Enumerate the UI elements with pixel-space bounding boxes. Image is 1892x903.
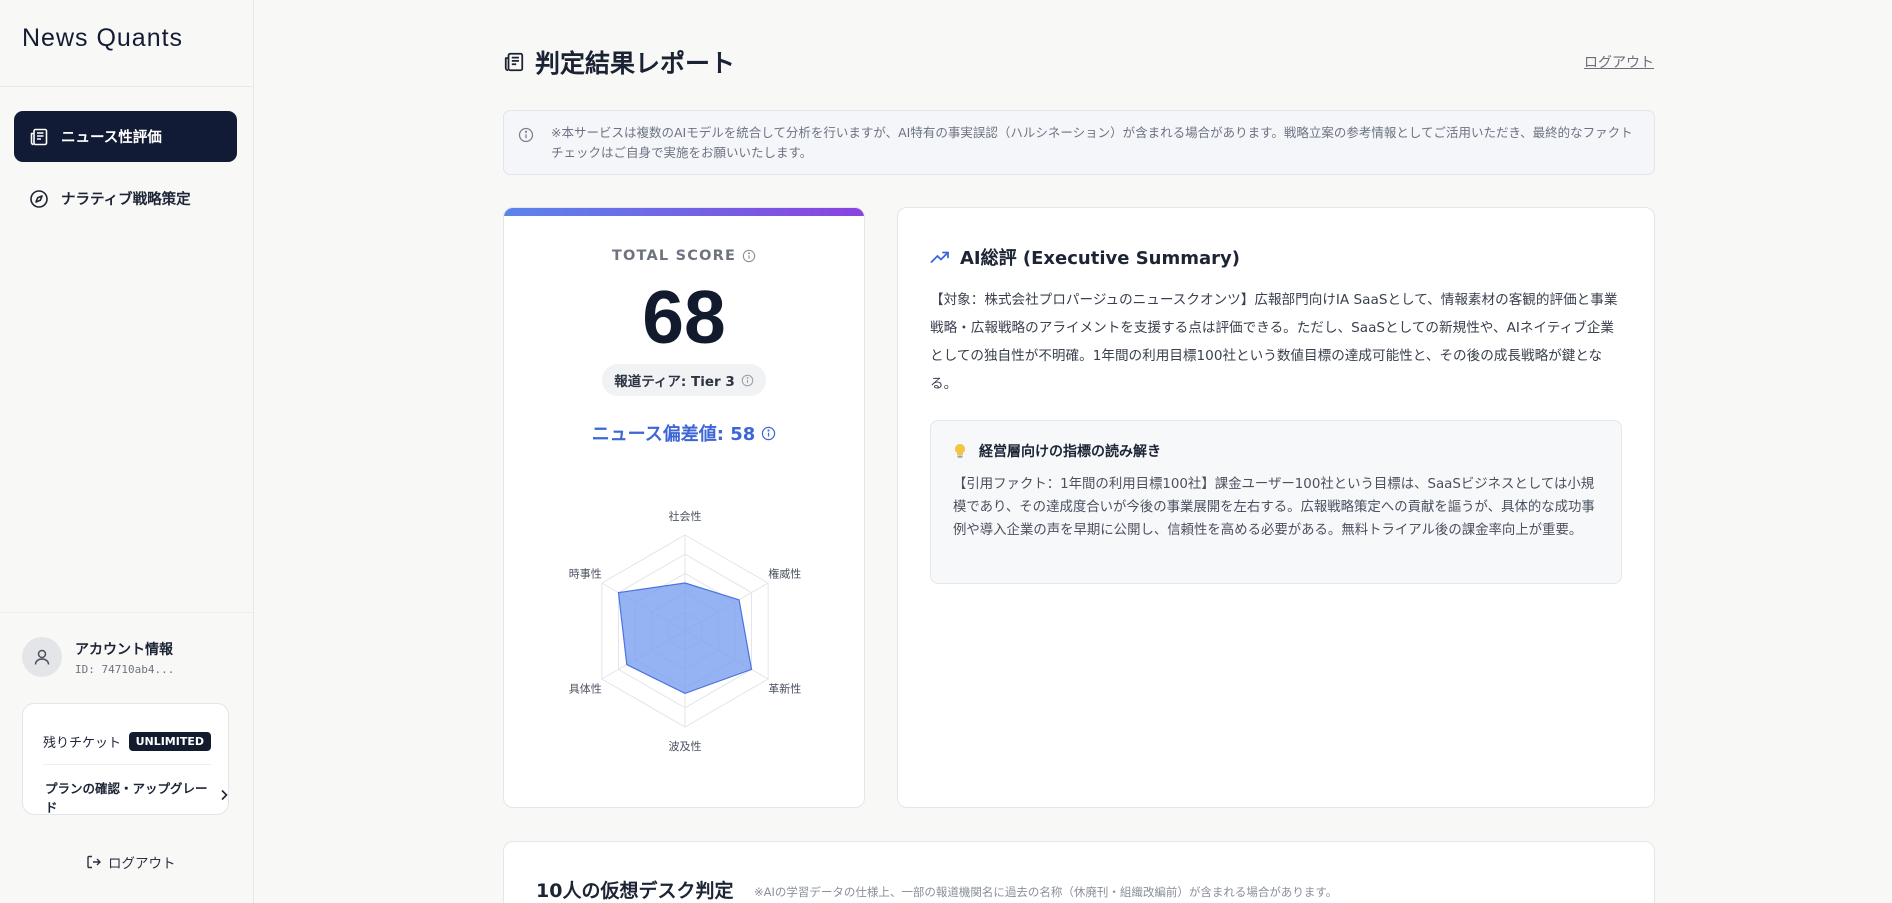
logout-icon — [86, 854, 102, 870]
insight-box: 経営層向けの指標の読み解き 【引用ファクト：1年間の利用目標100社】課金ユーザ… — [930, 420, 1622, 584]
desk-title: 10人の仮想デスク判定 — [536, 880, 734, 902]
total-score-label: TOTAL SCORE — [504, 248, 864, 264]
avatar — [22, 637, 62, 677]
divider — [0, 612, 254, 613]
radar-axis-label: 社会性 — [669, 509, 702, 523]
tier-badge: 報道ティア: Tier 3 — [602, 364, 766, 396]
summary-title-text: AI総評 (Executive Summary) — [960, 248, 1240, 269]
account-title: アカウント情報 — [75, 641, 173, 658]
radar-axis-label: 革新性 — [768, 682, 801, 696]
desk-card: 10人の仮想デスク判定 ※AIの学習データの仕様上、一部の報道機関名に過去の名称… — [503, 841, 1655, 903]
insight-title-text: 経営層向けの指標の読み解き — [979, 444, 1161, 460]
plan-upgrade-label: プランの確認・アップグレード — [45, 781, 208, 815]
total-score-label-text: TOTAL SCORE — [611, 248, 737, 264]
radar-data-area — [617, 582, 753, 695]
divider — [0, 86, 254, 87]
insight-title: 経営層向けの指標の読み解き — [953, 441, 1161, 461]
nav-item-label: ニュース性評価 — [61, 130, 162, 146]
account-id: ID: 74710ab4... — [75, 662, 175, 676]
ticket-card: 残りチケット UNLIMITED プランの確認・アップグレード — [22, 703, 229, 815]
nav-item-label: ナラティブ戦略策定 — [61, 192, 191, 208]
radar-chart: 社会性権威性革新性波及性 具体性 時事性 — [569, 509, 802, 753]
radar-axis-label: 時事性 — [569, 566, 602, 580]
disclaimer-text: ※本サービスは複数のAIモデルを統合して分析を行いますが、AI特有の事実誤認（ハ… — [551, 125, 1633, 160]
score-card: TOTAL SCORE 68 報道ティア: Tier 3 ニュース偏差値: 58… — [503, 207, 865, 808]
info-icon[interactable] — [742, 249, 756, 263]
trending-up-icon — [930, 247, 950, 267]
newspaper-icon — [503, 51, 525, 73]
ticket-badge: UNLIMITED — [128, 732, 211, 751]
nav-item-news-evaluation[interactable]: ニュース性評価 — [14, 111, 237, 162]
newspaper-icon — [29, 127, 49, 147]
radar-axis-label: 具体性 — [569, 682, 602, 696]
sidebar-logout-button[interactable]: ログアウト — [86, 852, 176, 872]
divider — [43, 764, 211, 765]
info-icon — [518, 127, 534, 143]
header-logout-link[interactable]: ログアウト — [1584, 52, 1654, 72]
lightbulb-icon — [953, 443, 967, 459]
radar-axis-label: 波及性 — [669, 739, 702, 753]
user-icon — [34, 649, 50, 665]
summary-card: AI総評 (Executive Summary) 【対象：株式会社プロパージュの… — [897, 207, 1655, 808]
radar-axis-label: 権威性 — [768, 566, 801, 580]
summary-title: AI総評 (Executive Summary) — [930, 244, 1240, 270]
page-title: 判定結果レポート — [503, 44, 735, 80]
plan-upgrade-link[interactable]: プランの確認・アップグレード — [45, 778, 228, 816]
page-title-text: 判定結果レポート — [535, 49, 736, 78]
sidebar: News Quants ニュース性評価 ナラティブ戦略策定 アカウント情報 ID… — [0, 0, 254, 903]
chevron-right-icon — [220, 789, 228, 805]
summary-body: 【対象：株式会社プロパージュのニュースクオンツ】広報部門向けIA SaaSとして… — [930, 292, 1618, 392]
ticket-label: 残りチケット — [43, 736, 122, 751]
nav-item-narrative-strategy[interactable]: ナラティブ戦略策定 — [14, 173, 237, 224]
desk-note: ※AIの学習データの仕様上、一部の報道機関名に過去の名称（休廃刊・組織改編前）が… — [754, 885, 1338, 899]
total-score-value: 68 — [642, 275, 726, 359]
news-deviation: ニュース偏差値: 58 — [504, 420, 864, 446]
disclaimer-notice: ※本サービスは複数のAIモデルを統合して分析を行いますが、AI特有の事実誤認（ハ… — [503, 110, 1655, 175]
insight-body: 【引用ファクト：1年間の利用目標100社】課金ユーザー100社という目標は、Sa… — [953, 477, 1595, 538]
info-icon[interactable] — [761, 426, 776, 441]
account-info[interactable]: アカウント情報 ID: 74710ab4... — [22, 637, 174, 677]
tier-text: 報道ティア: Tier 3 — [614, 374, 735, 390]
sidebar-logout-label: ログアウト — [108, 856, 176, 872]
news-deviation-text: ニュース偏差値: 58 — [591, 424, 756, 445]
info-icon[interactable] — [741, 374, 754, 387]
gradient-bar — [504, 208, 864, 216]
brand-logo[interactable]: News Quants — [22, 24, 183, 53]
compass-icon — [29, 189, 49, 209]
